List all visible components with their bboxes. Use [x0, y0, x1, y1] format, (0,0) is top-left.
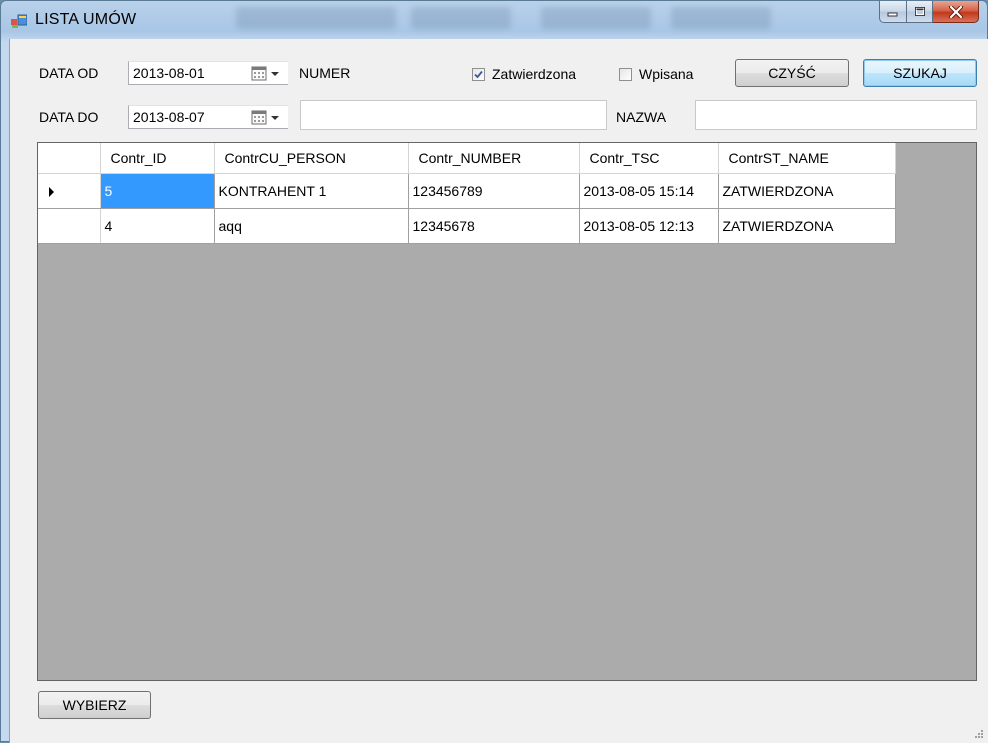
- table-cell[interactable]: 12345678: [408, 208, 580, 244]
- column-header-contrst-name[interactable]: ContrST_NAME: [718, 143, 896, 174]
- maximize-button[interactable]: [907, 1, 933, 23]
- blurred-taskbar-region: [541, 7, 651, 29]
- table-cell[interactable]: KONTRAHENT 1: [214, 173, 409, 209]
- table-row[interactable]: 5 KONTRAHENT 1 123456789 2013-08-05 15:1…: [38, 173, 896, 209]
- close-button[interactable]: [933, 1, 979, 23]
- minimize-icon: [887, 12, 898, 16]
- name-label: NAZWA: [616, 109, 667, 125]
- table-cell[interactable]: ZATWIERDZONA: [718, 173, 896, 209]
- date-to-value: 2013-08-07: [133, 109, 205, 125]
- row-header-current[interactable]: [38, 173, 101, 209]
- date-from-label: DATA OD: [39, 65, 99, 81]
- blurred-taskbar-region: [236, 7, 396, 29]
- table-row[interactable]: 4 aqq 12345678 2013-08-05 12:13 ZATWIERD…: [38, 208, 896, 244]
- app-form-icon: [11, 14, 27, 28]
- column-header-contr-id[interactable]: Contr_ID: [100, 143, 215, 174]
- date-from-value: 2013-08-01: [133, 65, 205, 81]
- row-header[interactable]: [38, 208, 101, 244]
- approved-label[interactable]: Zatwierdzona: [492, 66, 576, 82]
- grid-header-row: Contr_ID ContrCU_PERSON Contr_NUMBER Con…: [38, 143, 896, 174]
- caption-buttons: [879, 1, 979, 23]
- entered-label[interactable]: Wpisana: [639, 66, 693, 82]
- calendar-dropdown-icon[interactable]: [250, 65, 286, 83]
- blurred-taskbar-region: [671, 7, 771, 29]
- main-window: LISTA UMÓW DATA OD 2013-08-01 NUMER Zatw…: [0, 0, 988, 743]
- number-label: NUMER: [299, 65, 351, 81]
- table-cell[interactable]: 4: [100, 208, 215, 244]
- name-input[interactable]: [695, 100, 977, 130]
- table-cell[interactable]: 2013-08-05 15:14: [579, 173, 719, 209]
- number-input[interactable]: [300, 100, 607, 130]
- select-button[interactable]: WYBIERZ: [38, 691, 151, 719]
- current-row-arrow-icon: [49, 186, 54, 197]
- table-cell[interactable]: ZATWIERDZONA: [718, 208, 896, 244]
- blurred-taskbar-region: [411, 7, 511, 29]
- search-button[interactable]: SZUKAJ: [863, 59, 977, 87]
- grid-corner-header[interactable]: [38, 143, 101, 174]
- column-header-contrcu-person[interactable]: ContrCU_PERSON: [214, 143, 409, 174]
- title-bar[interactable]: LISTA UMÓW: [1, 1, 987, 39]
- entered-checkbox[interactable]: [619, 68, 632, 81]
- table-cell[interactable]: 5: [100, 173, 215, 209]
- contracts-table: Contr_ID ContrCU_PERSON Contr_NUMBER Con…: [38, 143, 896, 244]
- maximize-icon: [914, 7, 925, 16]
- minimize-button[interactable]: [879, 1, 907, 23]
- table-cell[interactable]: aqq: [214, 208, 409, 244]
- calendar-dropdown-icon[interactable]: [250, 109, 286, 127]
- column-header-contr-tsc[interactable]: Contr_TSC: [579, 143, 719, 174]
- clear-button[interactable]: CZYŚĆ: [735, 59, 849, 87]
- resize-grip-icon[interactable]: [972, 727, 984, 739]
- checkmark-icon: [474, 70, 483, 79]
- date-to-label: DATA DO: [39, 109, 99, 125]
- date-from-picker[interactable]: 2013-08-01: [128, 61, 288, 85]
- column-header-contr-number[interactable]: Contr_NUMBER: [408, 143, 580, 174]
- approved-checkbox[interactable]: [472, 68, 485, 81]
- window-title: LISTA UMÓW: [35, 11, 137, 28]
- table-cell[interactable]: 123456789: [408, 173, 580, 209]
- form-client-area: DATA OD 2013-08-01 NUMER Zatwierdzona Wp…: [9, 39, 988, 743]
- close-icon: [948, 5, 963, 18]
- contracts-grid[interactable]: Contr_ID ContrCU_PERSON Contr_NUMBER Con…: [37, 142, 977, 681]
- date-to-picker[interactable]: 2013-08-07: [128, 105, 288, 129]
- table-cell[interactable]: 2013-08-05 12:13: [579, 208, 719, 244]
